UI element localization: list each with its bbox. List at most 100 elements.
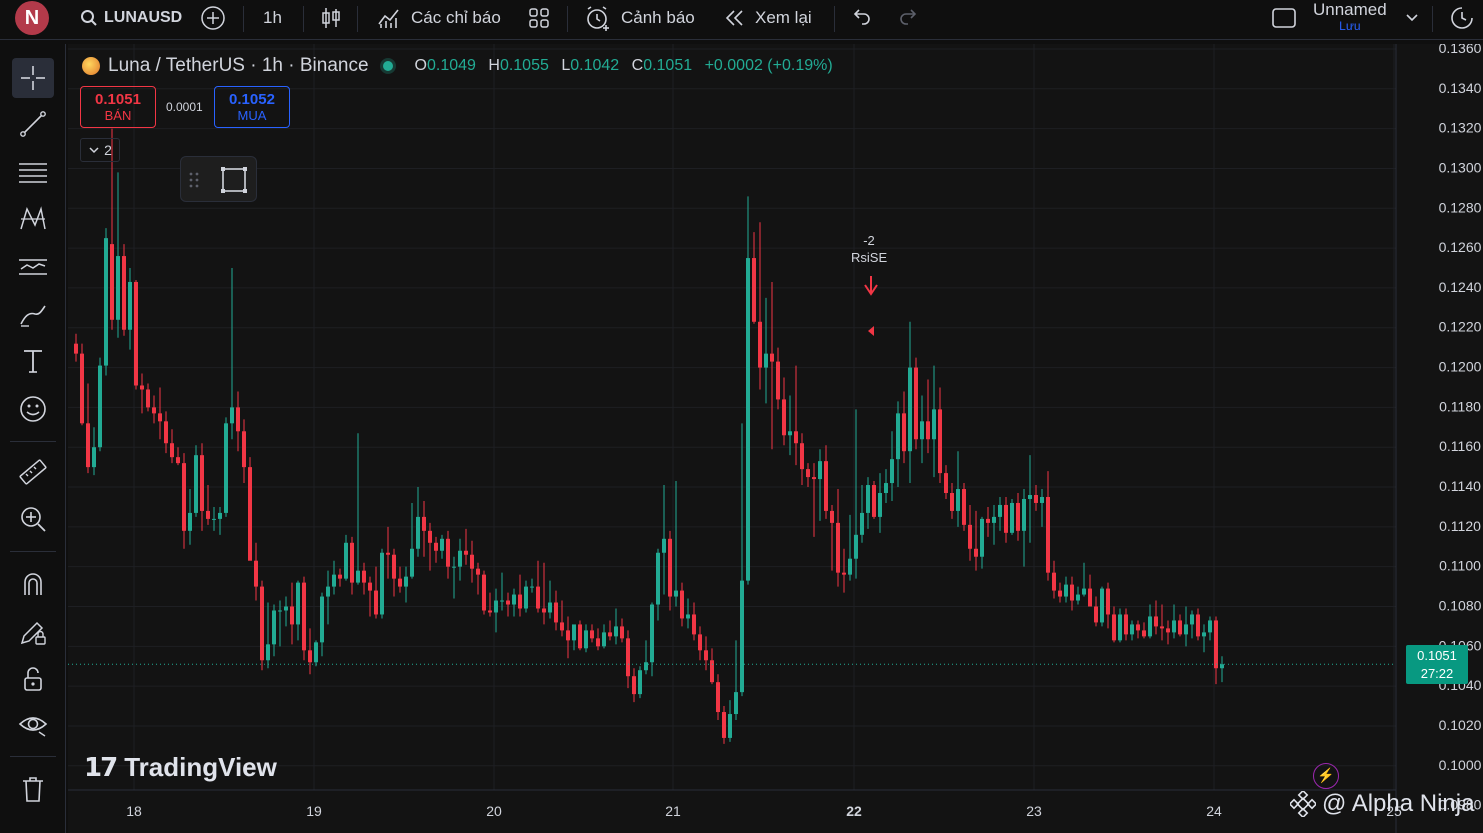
trash-icon [23,777,43,802]
interval-label: 1h [263,8,282,27]
templates-button[interactable] [528,0,550,36]
floating-drawing-toolbar[interactable] [180,156,257,202]
candle-body [1058,590,1062,597]
candle [596,628,600,651]
rectangle-select-icon[interactable] [219,165,249,195]
text-icon [24,350,42,373]
candle [422,500,426,557]
chart-type-button[interactable] [320,0,342,36]
candle-body [992,516,996,523]
alerts-button[interactable]: Cảnh báo [585,0,695,36]
candle [668,530,672,611]
y-tick-label: 0.1100 [1439,558,1481,574]
candle [308,628,312,675]
layout-menu-button[interactable] [1405,0,1419,36]
candle-body [818,461,822,480]
sell-button[interactable]: 0.1051 BÁN [80,86,156,128]
candle [458,538,462,581]
chevron-down-icon [89,147,99,154]
lock-button[interactable] [12,659,54,699]
pattern-tool-button[interactable] [12,199,54,239]
lock-drawings-button[interactable] [12,612,54,652]
candle [1094,596,1098,627]
brush-icon [20,305,46,327]
candle-body [1052,572,1056,591]
candle-body [1184,624,1188,635]
candle-body [272,610,276,645]
prediction-tool-button[interactable] [12,247,54,287]
fib-tool-button[interactable] [12,152,54,192]
candle-body [764,353,768,368]
candle-body [398,578,402,587]
legend-title[interactable]: Luna / TetherUS · 1h · Binance [108,55,369,77]
user-avatar[interactable]: N [15,1,49,35]
candle [98,357,102,452]
tradingview-watermark[interactable]: 𝟭𝟳 TradingView [84,752,277,782]
sell-label: BÁN [104,108,132,123]
candle [266,602,270,669]
candle [746,196,750,585]
candle-body [566,630,570,641]
quick-search-button[interactable] [1450,0,1474,36]
candle [662,485,666,595]
candle-body [788,431,792,436]
x-tick-label: 22 [846,803,862,819]
candle-body [284,606,288,611]
candle [788,395,792,456]
candle [710,648,714,685]
redo-button[interactable] [898,0,920,36]
measure-tool-button[interactable] [12,452,54,492]
interval-button[interactable]: 1h [263,0,282,36]
trend-line-tool-button[interactable] [12,104,54,144]
candle [614,608,618,645]
candle [992,504,996,545]
candle [410,502,414,579]
candle [506,592,510,617]
candle-body [320,596,324,643]
zoom-tool-button[interactable] [12,499,54,539]
price-chart[interactable]: 0.1360 0.1340 0.1320 0.1300 0.1280 0.1260 0.12… [68,44,1483,833]
candle [620,618,624,643]
strategy-signal-label[interactable]: -2 RsiSE [851,232,887,266]
replay-button[interactable]: Xem lại [724,0,812,36]
candle-body [596,638,600,647]
magnet-tool-button[interactable] [12,564,54,604]
layout-toggle-button[interactable] [1271,0,1297,36]
candle [554,590,558,631]
candle [830,504,834,571]
symbol-search-button[interactable]: LUNAUSD [80,0,182,36]
y-tick-label: 0.1220 [1439,319,1482,335]
indicator-collapse-button[interactable]: 2 [80,138,120,162]
buy-label: MUA [237,108,267,123]
candle-body [998,504,1002,517]
zoom-in-icon [21,507,46,532]
brush-tool-button[interactable] [12,294,54,334]
candle-body [524,586,528,609]
indicators-button[interactable]: Các chỉ báo [377,0,501,36]
open-value: 0.1049 [426,57,476,74]
candle-body [470,554,474,569]
candle-body [506,600,510,605]
compare-add-button[interactable] [200,0,226,36]
open-label: O [414,57,427,74]
undo-button[interactable] [850,0,872,36]
candle [950,483,954,519]
candle [758,222,762,390]
text-tool-button[interactable] [12,341,54,381]
remove-drawings-button[interactable] [12,769,54,809]
buy-button[interactable]: 0.1052 MUA [214,86,290,128]
lightning-icon[interactable]: ⚡ [1313,763,1339,789]
chart-pane[interactable]: 0.1360 0.1340 0.1320 0.1300 0.1280 0.1260 0.12… [68,44,1483,833]
ruler-icon [19,459,47,485]
x-tick-label: 20 [486,803,502,819]
layout-name-button[interactable]: Unnamed Lưu [1313,0,1387,36]
candle [1076,586,1080,605]
candle-body [254,560,258,587]
drag-handle-icon[interactable] [187,169,201,191]
candle-body [740,580,744,693]
candle-body [656,552,660,605]
crosshair-tool-button[interactable] [12,58,54,98]
hide-drawings-button[interactable] [12,704,54,744]
emoji-tool-button[interactable] [12,389,54,429]
candle-body [494,600,498,613]
